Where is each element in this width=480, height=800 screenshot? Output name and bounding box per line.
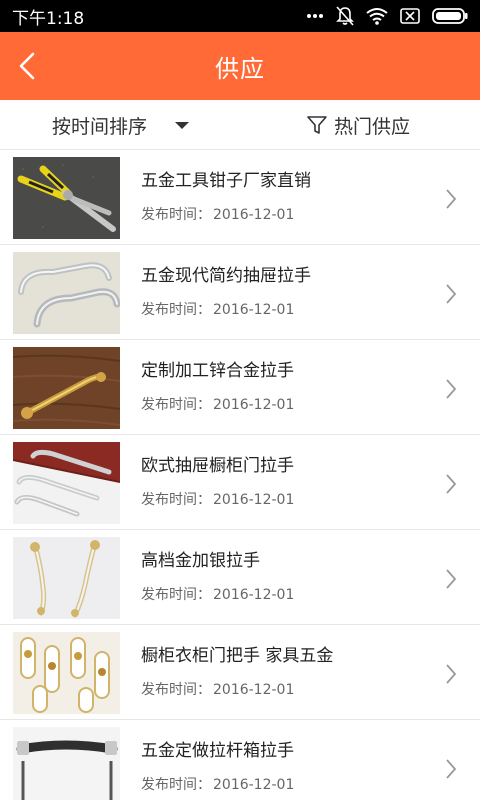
chevron-right-icon: [446, 569, 457, 589]
chevron-right-icon: [446, 664, 457, 684]
chevron-right-icon: [446, 284, 457, 304]
list-item[interactable]: 五金工具钳子厂家直销 发布时间： 2016-12-01: [0, 150, 480, 245]
item-title: 五金工具钳子厂家直销: [141, 171, 311, 191]
status-bar: 下午1:18: [0, 0, 480, 32]
item-title: 橱柜衣柜门把手 家具五金: [141, 646, 334, 666]
chevron-right-icon: [446, 379, 457, 399]
date-label: 发布时间：: [141, 207, 211, 223]
back-button[interactable]: [14, 50, 40, 82]
item-date: 发布时间： 2016-12-01: [141, 394, 294, 414]
date-value: 2016-12-01: [213, 777, 295, 793]
hot-supply-filter[interactable]: 热门供应: [306, 100, 410, 150]
hot-supply-label: 热门供应: [334, 115, 411, 138]
item-title: 高档金加银拉手: [141, 551, 260, 571]
caret-down-icon: [175, 121, 190, 129]
product-thumbnail: [13, 537, 120, 619]
more-dots-icon: [306, 13, 324, 19]
date-value: 2016-12-01: [213, 397, 295, 413]
date-label: 发布时间：: [141, 397, 211, 413]
item-title: 五金定做拉杆箱拉手: [141, 741, 294, 761]
date-value: 2016-12-01: [213, 302, 295, 318]
chevron-right-icon: [446, 189, 457, 209]
product-thumbnail: [13, 442, 120, 524]
date-label: 发布时间：: [141, 302, 211, 318]
filter-bar: 按时间排序 热门供应: [0, 100, 480, 150]
page-title: 供应: [215, 54, 265, 83]
sim-disabled-icon: [400, 8, 420, 24]
list-item[interactable]: 高档金加银拉手 发布时间： 2016-12-01: [0, 530, 480, 625]
mute-bell-icon: [336, 6, 354, 26]
app-header: 供应: [0, 32, 480, 100]
list-item[interactable]: 五金现代简约抽屉拉手 发布时间： 2016-12-01: [0, 245, 480, 340]
date-label: 发布时间：: [141, 492, 211, 508]
battery-icon: [432, 8, 468, 24]
list-item[interactable]: 欧式抽屉橱柜门拉手 发布时间： 2016-12-01: [0, 435, 480, 530]
product-thumbnail: [13, 632, 120, 714]
item-date: 发布时间： 2016-12-01: [141, 774, 294, 794]
product-thumbnail: [13, 252, 120, 334]
sort-by-time-dropdown[interactable]: 按时间排序: [52, 100, 190, 150]
product-thumbnail: [13, 157, 120, 239]
item-date: 发布时间： 2016-12-01: [141, 204, 294, 224]
item-date: 发布时间： 2016-12-01: [141, 489, 294, 509]
item-title: 五金现代简约抽屉拉手: [141, 266, 311, 286]
date-label: 发布时间：: [141, 682, 211, 698]
item-title: 定制加工锌合金拉手: [141, 361, 294, 381]
date-value: 2016-12-01: [213, 587, 295, 603]
chevron-left-icon: [19, 52, 35, 80]
item-date: 发布时间： 2016-12-01: [141, 584, 294, 604]
item-date: 发布时间： 2016-12-01: [141, 299, 294, 319]
date-label: 发布时间：: [141, 777, 211, 793]
wifi-icon: [366, 7, 388, 25]
chevron-right-icon: [446, 474, 457, 494]
sort-label: 按时间排序: [52, 115, 148, 138]
item-title: 欧式抽屉橱柜门拉手: [141, 456, 294, 476]
date-label: 发布时间：: [141, 587, 211, 603]
funnel-icon: [307, 116, 327, 134]
product-thumbnail: [13, 347, 120, 429]
product-thumbnail: [13, 727, 120, 800]
chevron-right-icon: [446, 759, 457, 779]
date-value: 2016-12-01: [213, 492, 295, 508]
supply-list: 五金工具钳子厂家直销 发布时间： 2016-12-01 五金现代简约抽屉拉手 发布…: [0, 150, 480, 800]
list-item[interactable]: 五金定做拉杆箱拉手 发布时间： 2016-12-01: [0, 720, 480, 800]
date-value: 2016-12-01: [213, 682, 295, 698]
item-date: 发布时间： 2016-12-01: [141, 679, 294, 699]
list-item[interactable]: 定制加工锌合金拉手 发布时间： 2016-12-01: [0, 340, 480, 435]
date-value: 2016-12-01: [213, 207, 295, 223]
status-time: 下午1:18: [12, 8, 85, 29]
status-icons: [306, 6, 468, 26]
list-item[interactable]: 橱柜衣柜门把手 家具五金 发布时间： 2016-12-01: [0, 625, 480, 720]
